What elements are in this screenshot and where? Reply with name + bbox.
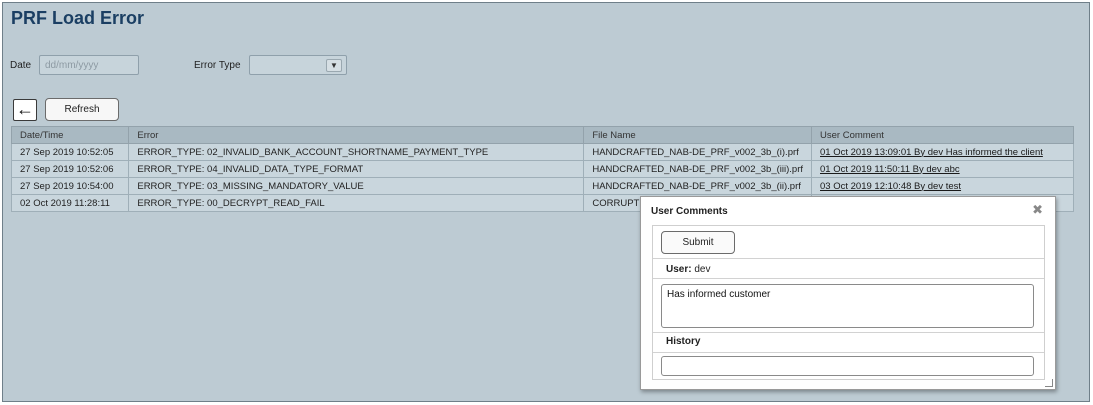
column-header-user-comment[interactable]: User Comment xyxy=(811,126,1074,144)
history-field[interactable] xyxy=(661,356,1034,376)
cell-file-name: HANDCRAFTED_NAB-DE_PRF_v002_3b_(iii).prf xyxy=(583,160,813,178)
history-label: History xyxy=(666,336,701,347)
table-row[interactable]: 27 Sep 2019 10:54:00 ERROR_TYPE: 03_MISS… xyxy=(10,177,1074,195)
cell-datetime: 27 Sep 2019 10:52:05 xyxy=(10,143,130,161)
error-type-select[interactable]: ▼ xyxy=(249,55,347,75)
divider xyxy=(653,332,1044,333)
user-comment-link[interactable]: 01 Oct 2019 13:09:01 By dev Has informed… xyxy=(820,147,1043,158)
user-value: dev xyxy=(694,264,711,275)
chevron-down-icon[interactable]: ▼ xyxy=(326,59,342,72)
cell-datetime: 02 Oct 2019 11:28:11 xyxy=(10,194,130,212)
cell-file-name: HANDCRAFTED_NAB-DE_PRF_v002_3b_(ii).prf xyxy=(583,177,813,195)
error-type-label: Error Type xyxy=(194,60,241,71)
table-row[interactable]: 27 Sep 2019 10:52:06 ERROR_TYPE: 04_INVA… xyxy=(10,160,1074,178)
comment-textarea[interactable]: Has informed customer xyxy=(661,284,1034,328)
divider xyxy=(653,258,1044,259)
date-label: Date xyxy=(10,60,32,71)
column-header-error[interactable]: Error xyxy=(128,126,585,144)
arrow-left-icon: ← xyxy=(16,99,34,119)
cell-error: ERROR_TYPE: 04_INVALID_DATA_TYPE_FORMAT xyxy=(128,160,585,178)
user-comment-link[interactable]: 01 Oct 2019 11:50:11 By dev abc xyxy=(820,164,960,175)
resize-handle-icon[interactable] xyxy=(1045,379,1053,387)
submit-button[interactable]: Submit xyxy=(661,231,735,254)
dialog-title: User Comments xyxy=(651,206,728,217)
user-label: User: xyxy=(666,264,692,275)
user-comment-link[interactable]: 03 Oct 2019 12:10:48 By dev test xyxy=(820,181,961,192)
divider xyxy=(653,352,1044,353)
cell-file-name: HANDCRAFTED_NAB-DE_PRF_v002_3b_(i).prf xyxy=(583,143,813,161)
cell-datetime: 27 Sep 2019 10:54:00 xyxy=(10,177,130,195)
cell-user-comment: 01 Oct 2019 13:09:01 By dev Has informed… xyxy=(811,143,1074,161)
cell-error: ERROR_TYPE: 03_MISSING_MANDATORY_VALUE xyxy=(128,177,585,195)
cell-user-comment: 01 Oct 2019 11:50:11 By dev abc xyxy=(811,160,1074,178)
table-row[interactable]: 27 Sep 2019 10:52:05 ERROR_TYPE: 02_INVA… xyxy=(10,143,1074,161)
user-comments-dialog: User Comments ✖ Submit User: dev Has inf… xyxy=(640,196,1056,390)
refresh-button[interactable]: Refresh xyxy=(45,98,119,121)
close-icon[interactable]: ✖ xyxy=(1032,202,1043,218)
cell-error: ERROR_TYPE: 00_DECRYPT_READ_FAIL xyxy=(128,194,585,212)
back-button[interactable]: ← xyxy=(13,99,37,121)
table-header-row: Date/Time Error File Name User Comment xyxy=(10,126,1074,144)
cell-user-comment: 03 Oct 2019 12:10:48 By dev test xyxy=(811,177,1074,195)
column-header-datetime[interactable]: Date/Time xyxy=(10,126,130,144)
user-field: User: dev xyxy=(666,264,710,275)
dialog-body: Submit User: dev Has informed customer H… xyxy=(652,225,1045,380)
cell-error: ERROR_TYPE: 02_INVALID_BANK_ACCOUNT_SHOR… xyxy=(128,143,585,161)
cell-datetime: 27 Sep 2019 10:52:06 xyxy=(10,160,130,178)
divider xyxy=(653,278,1044,279)
column-header-file-name[interactable]: File Name xyxy=(583,126,813,144)
page-title: PRF Load Error xyxy=(11,8,145,28)
date-input[interactable] xyxy=(39,55,139,75)
